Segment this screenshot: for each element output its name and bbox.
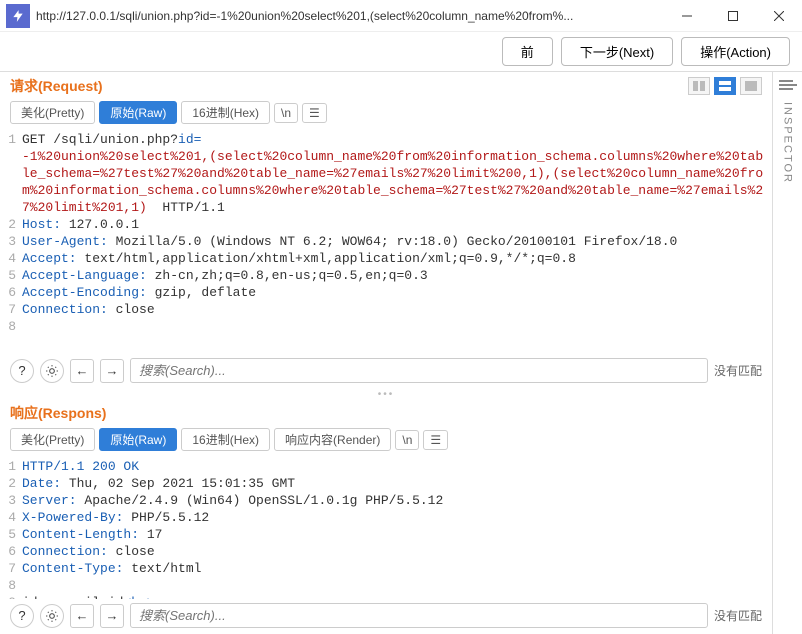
tab-menu-icon[interactable]: ☰ <box>423 430 448 450</box>
gear-icon[interactable] <box>40 359 64 383</box>
next-match-icon[interactable]: → <box>100 359 124 383</box>
inspector-tab[interactable]: INSPECTOR <box>782 102 794 184</box>
prev-match-icon[interactable]: ← <box>70 359 94 383</box>
response-title: 响应(Respons) <box>10 403 106 423</box>
response-search-row: ? ← → 没有匹配 <box>0 599 772 634</box>
tab-raw[interactable]: 原始(Raw) <box>99 101 177 124</box>
next-button[interactable]: 下一步(Next) <box>561 37 673 66</box>
sidebar-toggle-icon[interactable] <box>779 78 797 92</box>
request-no-match: 没有匹配 <box>714 362 762 379</box>
layout-columns-icon[interactable] <box>688 77 710 95</box>
action-bar: 前 下一步(Next) 操作(Action) <box>0 32 802 72</box>
request-body[interactable]: 1GET /sqli/union.php?id=-1%20union%20sel… <box>0 129 772 354</box>
request-view-tabs: 美化(Pretty) 原始(Raw) 16进制(Hex) \n ☰ <box>0 98 772 129</box>
pane-divider[interactable]: ••• <box>0 389 772 399</box>
prev-button[interactable]: 前 <box>502 37 553 66</box>
maximize-button[interactable] <box>710 0 756 32</box>
minimize-button[interactable] <box>664 0 710 32</box>
tab-raw[interactable]: 原始(Raw) <box>99 428 177 451</box>
tab-newline[interactable]: \n <box>395 430 419 450</box>
tab-newline[interactable]: \n <box>274 103 298 123</box>
gear-icon[interactable] <box>40 604 64 628</box>
response-body[interactable]: 1HTTP/1.1 200 OK 2Date: Thu, 02 Sep 2021… <box>0 456 772 599</box>
response-search-input[interactable] <box>130 603 708 628</box>
request-search-row: ? ← → 没有匹配 <box>0 354 772 389</box>
next-match-icon[interactable]: → <box>100 604 124 628</box>
tab-menu-icon[interactable]: ☰ <box>302 103 327 123</box>
tab-pretty[interactable]: 美化(Pretty) <box>10 428 95 451</box>
layout-mode-group <box>688 77 762 95</box>
window-title: http://127.0.0.1/sqli/union.php?id=-1%20… <box>36 9 664 23</box>
close-button[interactable] <box>756 0 802 32</box>
prev-match-icon[interactable]: ← <box>70 604 94 628</box>
action-button[interactable]: 操作(Action) <box>681 37 790 66</box>
help-icon[interactable]: ? <box>10 604 34 628</box>
request-search-input[interactable] <box>130 358 708 383</box>
request-title: 请求(Request) <box>10 76 103 96</box>
tab-hex[interactable]: 16进制(Hex) <box>181 428 270 451</box>
tab-pretty[interactable]: 美化(Pretty) <box>10 101 95 124</box>
title-bar: http://127.0.0.1/sqli/union.php?id=-1%20… <box>0 0 802 32</box>
layout-single-icon[interactable] <box>740 77 762 95</box>
response-no-match: 没有匹配 <box>714 607 762 624</box>
app-icon <box>6 4 30 28</box>
help-icon[interactable]: ? <box>10 359 34 383</box>
right-sidebar: INSPECTOR <box>772 72 802 634</box>
tab-hex[interactable]: 16进制(Hex) <box>181 101 270 124</box>
tab-render[interactable]: 响应内容(Render) <box>274 428 391 451</box>
response-view-tabs: 美化(Pretty) 原始(Raw) 16进制(Hex) 响应内容(Render… <box>0 425 772 456</box>
layout-rows-icon[interactable] <box>714 77 736 95</box>
